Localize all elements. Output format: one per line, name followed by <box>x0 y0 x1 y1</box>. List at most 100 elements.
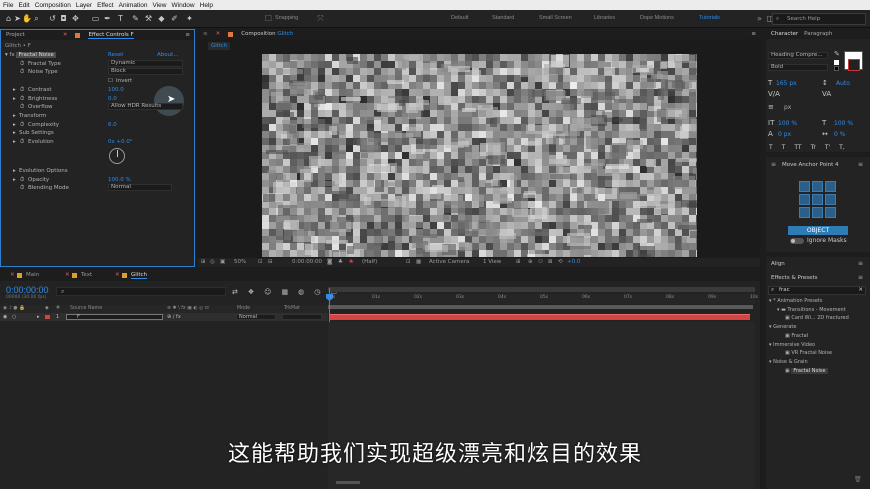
reset-link[interactable]: Reset <box>108 51 123 59</box>
workspace-libraries[interactable]: Libraries <box>594 15 615 21</box>
snapping-checkbox-icon[interactable]: ☐ <box>264 14 273 23</box>
tab-character[interactable]: Character <box>771 31 798 37</box>
close-icon[interactable]: ✕ <box>216 31 221 37</box>
stopwatch-icon[interactable]: ⏱ <box>20 60 24 68</box>
work-area-navigator[interactable] <box>328 287 755 292</box>
close-tab-icon[interactable]: ✕ <box>10 272 15 278</box>
grid-icon[interactable]: ⊡ <box>258 258 263 267</box>
channel-icon[interactable]: ❀ <box>349 258 354 267</box>
ignore-masks-toggle[interactable] <box>790 238 804 244</box>
anchor-cell[interactable] <box>825 181 836 192</box>
prop-value[interactable]: 100.0 <box>108 86 124 94</box>
timeline-timecode[interactable]: 0:00:00:00 <box>6 285 49 295</box>
prop-dropdown[interactable]: Normal <box>108 184 172 191</box>
current-time[interactable]: 0:00:00:00 <box>292 258 322 267</box>
rotate-tool-icon[interactable]: ↺ <box>48 14 57 23</box>
timeline-search-input[interactable]: ⌕ <box>56 287 226 296</box>
horizontal-scale-value[interactable]: 100 % <box>834 120 853 127</box>
tab-project[interactable]: Project <box>6 32 25 38</box>
prop-value[interactable]: 6.0 <box>108 121 117 129</box>
trkmat-dropdown[interactable] <box>282 314 322 320</box>
white-swatch[interactable] <box>834 60 839 65</box>
effects-tree-item[interactable]: ▾ Noise & Grain <box>766 358 870 366</box>
menu-edit[interactable]: Edit <box>18 2 29 9</box>
3d-draft-icon[interactable]: ⊠ <box>548 258 553 267</box>
effects-tree-item[interactable]: ▾ Generate <box>766 323 870 331</box>
workspace-menu-icon[interactable]: » <box>755 14 764 23</box>
stopwatch-icon[interactable]: ⏱ <box>20 68 24 76</box>
draft-3d-icon[interactable]: ❖ <box>248 288 254 296</box>
shy-layers-icon[interactable]: ☺ <box>264 288 271 296</box>
exposure-reset-icon[interactable]: ⟲ <box>558 258 563 267</box>
layer-name-field[interactable]: F <box>66 314 163 320</box>
snap-options-icon[interactable]: ⤧ <box>316 14 325 23</box>
menu-file[interactable]: File <box>3 2 13 9</box>
layer-row[interactable]: ◉ ○ ▸ 1 F ⊕ ∕ fx Normal <box>0 313 328 321</box>
effects-tree-item[interactable]: ▾ * Animation Presets <box>766 297 870 305</box>
comp-mini-flowchart-icon[interactable]: ⇄ <box>232 288 238 296</box>
camera-tool-icon[interactable]: ◘ <box>59 14 68 23</box>
twirl-icon[interactable]: ▸ <box>13 121 16 129</box>
menu-animation[interactable]: Animation <box>119 2 148 9</box>
effects-tree-item[interactable]: ▣ Fractal <box>766 332 870 340</box>
visibility-icon[interactable]: ◉ <box>3 313 7 321</box>
workspace-tutorials[interactable]: Tutorials <box>699 15 720 21</box>
menu-effect[interactable]: Effect <box>97 2 114 9</box>
mask-icon[interactable]: ◎ <box>210 258 215 267</box>
panel-menu-icon[interactable]: ≡ <box>185 32 190 38</box>
evolution-dial[interactable] <box>109 148 125 164</box>
menu-view[interactable]: View <box>153 2 167 9</box>
stopwatch-icon[interactable]: ⏱ <box>20 138 24 146</box>
font-size-value[interactable]: 165 px <box>776 80 797 87</box>
checkbox-icon[interactable]: ☐ <box>108 77 113 85</box>
tracking-unit[interactable]: px <box>784 104 791 111</box>
black-swatch[interactable] <box>834 66 839 71</box>
clear-search-icon[interactable]: ✕ <box>858 287 863 294</box>
stopwatch-icon[interactable]: ⏱ <box>20 184 24 192</box>
search-help-input[interactable]: ⌕ Search Help <box>772 13 866 25</box>
vertical-scale-value[interactable]: 100 % <box>778 120 797 127</box>
fx-icon[interactable]: ▾ fx <box>5 52 15 58</box>
anchor-cell[interactable] <box>799 181 810 192</box>
twirl-icon[interactable]: ▸ <box>13 86 16 94</box>
about-link[interactable]: About... <box>157 51 179 59</box>
anchor-cell[interactable] <box>812 207 823 218</box>
text-style-button[interactable]: Tr <box>811 144 816 151</box>
resolution-dropdown[interactable]: (Half) <box>362 258 377 267</box>
flowchart-icon[interactable]: ⚇ <box>538 258 543 267</box>
effects-tree-item[interactable]: ▣ Fractal Noise <box>766 367 870 375</box>
text-style-button[interactable]: T <box>782 144 786 151</box>
zoom-dropdown[interactable]: 50% <box>234 258 246 267</box>
prop-value[interactable]: 0x +0.0° <box>108 138 133 146</box>
menu-layer[interactable]: Layer <box>76 2 92 9</box>
font-family-dropdown[interactable]: Heading Compre... <box>768 52 828 59</box>
effects-tree-item[interactable]: ▣ VR Fractal Noise <box>766 349 870 357</box>
prop-value[interactable]: 100.0 % <box>108 176 131 184</box>
workspace-dope-motions[interactable]: Dope Motions <box>640 15 674 21</box>
region-of-interest-icon[interactable]: ⊡ <box>406 258 411 267</box>
region-icon[interactable]: ▣ <box>220 258 225 267</box>
view-layout-dropdown[interactable]: 1 View <box>483 258 501 267</box>
timeline-tab-glitch[interactable]: Glitch <box>131 272 147 279</box>
text-style-button[interactable]: T <box>769 144 773 151</box>
pen-tool-icon[interactable]: ✒ <box>103 14 112 23</box>
effect-name[interactable]: Fractal Noise <box>16 52 56 58</box>
text-style-button[interactable]: T, <box>839 144 845 151</box>
prop-value[interactable]: 0.0 <box>108 95 117 103</box>
show-snapshot-icon[interactable]: ♣ <box>338 258 343 267</box>
hand-tool-icon[interactable]: ✋ <box>22 14 32 23</box>
zoom-tool-icon[interactable]: ⌕ <box>32 14 41 23</box>
close-tab-icon[interactable]: ✕ <box>65 272 70 278</box>
work-area-bar[interactable] <box>328 305 753 309</box>
stopwatch-icon[interactable]: ⏱ <box>20 95 24 103</box>
effects-tree-item[interactable]: ▾ Immersive Video <box>766 341 870 349</box>
graph-editor-icon[interactable]: ◷ <box>314 288 320 296</box>
twirl-icon[interactable]: ▸ <box>13 95 16 103</box>
workspace-small-screen[interactable]: Small Screen <box>539 15 572 21</box>
workspace-default[interactable]: Default <box>451 15 468 21</box>
source-name-header[interactable]: Source Name <box>70 305 102 313</box>
menu-help[interactable]: Help <box>200 2 213 9</box>
close-icon[interactable]: ✕ <box>63 32 68 38</box>
fast-preview-icon[interactable]: ⊞ <box>516 258 521 267</box>
home-icon[interactable]: ⌂ <box>4 14 13 23</box>
